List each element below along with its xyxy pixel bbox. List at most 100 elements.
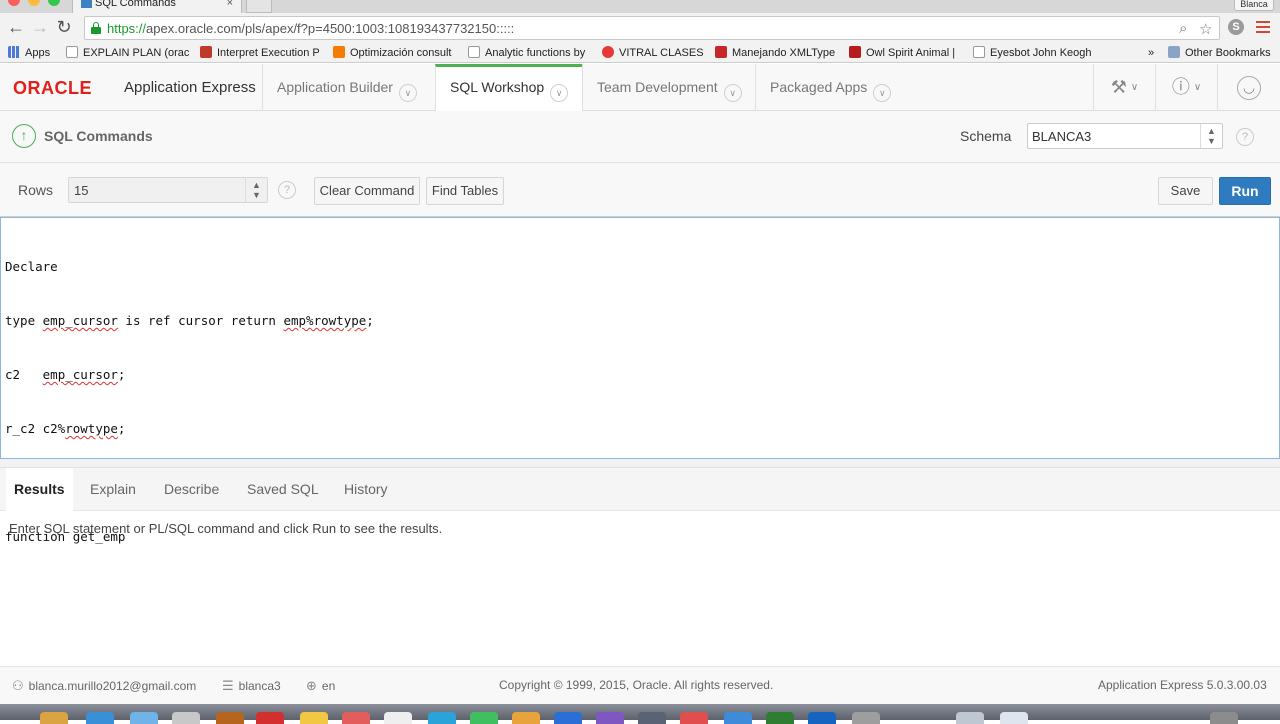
oracle-icon [715,46,727,58]
user-menu-button[interactable]: ◡ [1217,64,1280,111]
reload-icon[interactable]: ↻ [54,17,74,39]
dock-app-icon[interactable] [852,712,880,724]
new-tab-button[interactable] [246,0,272,13]
schema-help-icon[interactable]: ? [1236,128,1254,146]
browser-toolbar: ← → ↻ https://apex.oracle.com/pls/apex/f… [0,13,1280,43]
app-name[interactable]: Application Express [124,79,256,96]
dock-app-icon[interactable] [680,712,708,724]
other-bookmarks[interactable]: Other Bookmarks [1168,45,1278,61]
dock-folder-icon[interactable] [1000,712,1028,724]
dock-app-icon[interactable] [596,712,624,724]
bookmark-optimizacion[interactable]: Optimización consult [333,45,457,61]
dock-app-icon[interactable] [470,712,498,724]
dock-app-icon[interactable] [256,712,284,724]
close-tab-icon[interactable]: × [227,0,233,9]
minimize-window-button[interactable] [28,0,40,6]
tab-explain[interactable]: Explain [82,468,144,511]
zoom-window-button[interactable] [48,0,60,6]
chevron-down-icon: ∨ [1130,82,1139,93]
tab-sql-workshop[interactable]: SQL Workshop ∨ [435,64,582,111]
dock-app-icon[interactable] [512,712,540,724]
dock-app-icon[interactable] [428,712,456,724]
dock-app-icon[interactable] [554,712,582,724]
close-window-button[interactable] [8,0,20,6]
tab-history[interactable]: History [336,468,396,511]
bookmark-explain-plan[interactable]: EXPLAIN PLAN (orac [66,45,190,61]
save-button[interactable]: Save [1158,177,1213,205]
code-line: r_c2 c2%rowtype; [5,421,126,436]
bookmark-analytic-functions[interactable]: Analytic functions by [468,45,590,61]
tab-describe[interactable]: Describe [156,468,227,511]
dock-app-icon[interactable] [300,712,328,724]
dock-app-icon[interactable] [130,712,158,724]
browser-tab-title: SQL Commands [95,0,176,9]
skype-extension-icon[interactable]: S [1228,19,1244,35]
clear-command-button[interactable]: Clear Command [314,177,420,205]
url-text: https://apex.oracle.com/pls/apex/f?p=450… [107,21,515,36]
rows-select[interactable]: 15 ▲ ▼ [68,177,268,203]
trash-icon[interactable] [1210,712,1238,724]
bookmark-eyesbot[interactable]: Eyesbot John Keogh [973,45,1098,61]
browser-tabstrip: SQL Commands × Blanca [0,0,1280,13]
help-menu-button[interactable]: ⓘ ∨ [1155,64,1217,111]
find-tables-button[interactable]: Find Tables [426,177,504,205]
avatar-icon: ◡ [1237,76,1261,101]
chevron-down-icon[interactable]: ∨ [723,84,742,102]
page-title-bar: ↑ SQL Commands Schema BLANCA3 ▲ ▼ ? [0,111,1280,163]
bookmark-apps[interactable]: Apps [8,45,58,61]
footer-language[interactable]: ⊕ en [306,678,335,694]
chevron-down-icon[interactable]: ∨ [550,84,569,102]
dock-app-icon[interactable] [638,712,666,724]
bookmark-owl-spirit-animal[interactable]: Owl Spirit Animal | [849,45,961,61]
chevron-down-icon[interactable]: ∨ [398,84,417,102]
browser-tab-sql-commands[interactable]: SQL Commands × [72,0,242,13]
bookmark-star-icon[interactable]: ☆ [1199,20,1212,38]
oracle-logo[interactable]: ORACLE [13,78,92,99]
tab-results[interactable]: Results [6,468,73,511]
address-bar[interactable]: https://apex.oracle.com/pls/apex/f?p=450… [84,16,1220,40]
rows-help-icon[interactable]: ? [278,181,296,199]
tab-saved-sql[interactable]: Saved SQL [239,468,327,511]
dock-app-icon[interactable] [172,712,200,724]
profile-button[interactable]: Blanca [1234,0,1274,11]
back-arrow-icon[interactable]: ← [6,17,26,39]
page-icon [66,46,78,58]
dock-app-icon[interactable] [216,712,244,724]
splitter[interactable] [0,459,1280,468]
blogger-icon [333,46,345,58]
apex-version: Application Express 5.0.3.00.03 [1098,678,1267,692]
schema-select[interactable]: BLANCA3 ▲ ▼ [1027,123,1223,149]
command-toolbar: Rows 15 ▲ ▼ ? Clear Command Find Tables S… [0,163,1280,217]
chevron-down-icon[interactable]: ∨ [873,84,892,102]
jr-icon [200,46,212,58]
dock-app-icon[interactable] [766,712,794,724]
dock-app-icon[interactable] [384,712,412,724]
bookmark-manejando-xmltype[interactable]: Manejando XMLType [715,45,837,61]
schema-label: Schema [960,128,1012,144]
user-settings-icon: ⚒ [1110,77,1127,97]
search-icon[interactable]: ⌕ [1179,20,1187,37]
bookmark-vitral-clases[interactable]: VITRAL CLASES [602,45,706,61]
footer-workspace: ☰ blanca3 [222,678,281,693]
tab-team-development[interactable]: Team Development ∨ [582,64,755,111]
run-button[interactable]: Run [1219,177,1271,205]
forward-arrow-icon[interactable]: → [30,17,50,39]
browser-menu-icon[interactable] [1256,21,1270,33]
admin-menu-button[interactable]: ⚒ ∨ [1093,64,1155,111]
dock-app-icon[interactable] [342,712,370,724]
dock-app-icon[interactable] [724,712,752,724]
dock-app-icon[interactable] [808,712,836,724]
dock-folder-icon[interactable] [956,712,984,724]
bookmark-interpret-execution[interactable]: Interpret Execution P [200,45,320,61]
globe-icon: ⊕ [306,678,317,693]
sql-editor[interactable]: Declare type emp_cursor is ref cursor re… [0,217,1280,544]
dock-app-icon[interactable] [86,712,114,724]
tab-application-builder[interactable]: Application Builder ∨ [262,64,435,111]
more-bookmarks-icon[interactable]: » [1148,45,1160,61]
up-arrow-icon[interactable]: ↑ [12,124,36,148]
footer-user: ⚇ blanca.murillo2012@gmail.com [12,678,197,693]
bookmarks-bar: Apps EXPLAIN PLAN (orac Interpret Execut… [0,43,1280,63]
tab-packaged-apps[interactable]: Packaged Apps ∨ [755,64,908,111]
results-tabs: Results Explain Describe Saved SQL Histo… [0,468,1280,511]
dock-app-icon[interactable] [40,712,68,724]
